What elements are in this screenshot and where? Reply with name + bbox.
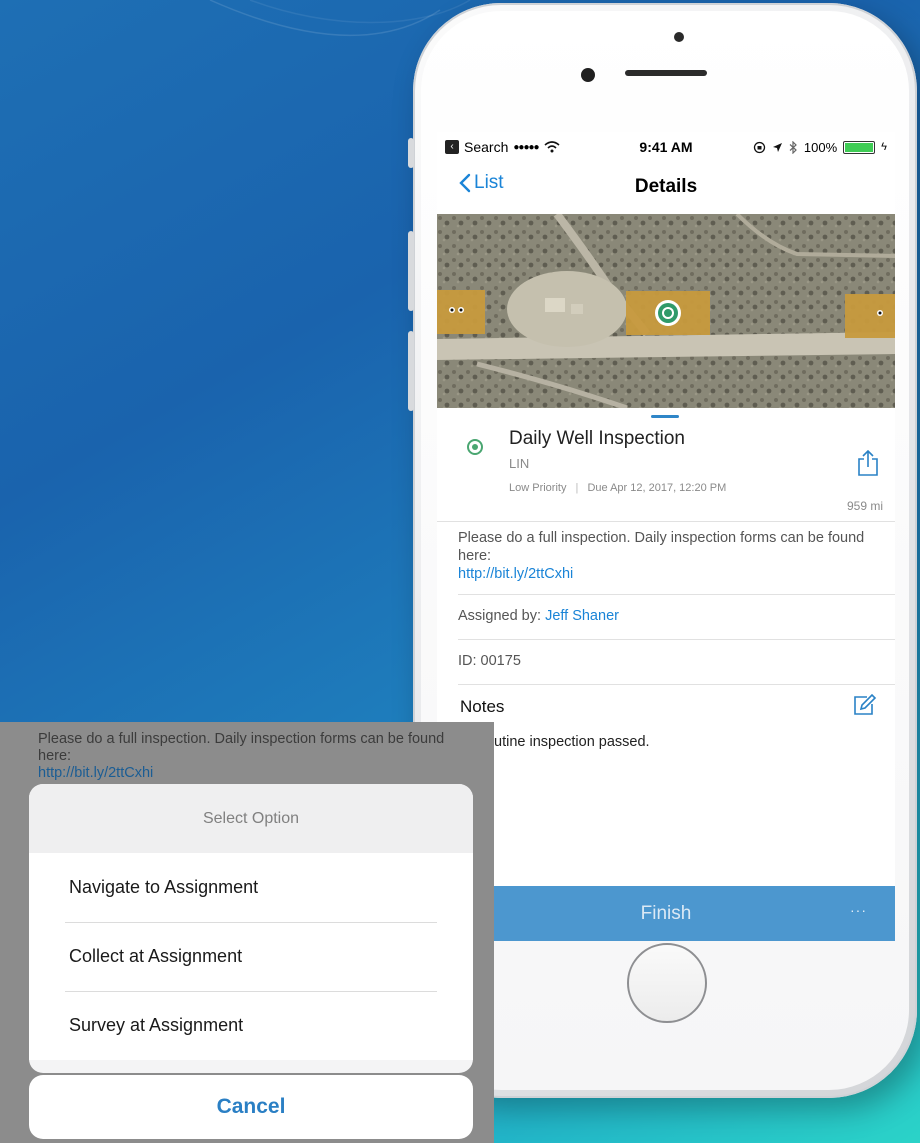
back-button-label: List — [474, 172, 504, 193]
assigned-by-row: Assigned by: Jeff Shaner — [458, 608, 619, 624]
volume-up-button — [408, 231, 414, 311]
divider — [437, 521, 895, 522]
mute-switch — [408, 138, 414, 168]
action-sheet-title: Select Option — [29, 784, 473, 853]
survey-at-assignment-option[interactable]: Survey at Assignment — [29, 991, 473, 1060]
battery-percent: 100% — [803, 139, 838, 155]
battery-icon — [843, 140, 876, 154]
page-title: Details — [634, 176, 698, 197]
due-date: Due Apr 12, 2017, 12:20 PM — [587, 482, 727, 494]
action-sheet-overlay[interactable]: Please do a full inspection. Daily inspe… — [0, 722, 494, 1143]
finish-button[interactable]: Finish ··· — [437, 886, 895, 941]
status-left: ‹ Search ●●●●● — [445, 139, 560, 155]
status-bar: ‹ Search ●●●●● 9:41 AM 100% ϟ — [437, 132, 895, 162]
notes-heading: Notes — [460, 697, 505, 716]
home-button[interactable] — [627, 943, 707, 1023]
edit-notes-icon[interactable] — [853, 694, 877, 716]
finish-label: Finish — [640, 902, 692, 924]
overlay-background-text: Please do a full inspection. Daily inspe… — [38, 731, 478, 782]
more-options-icon[interactable]: ··· — [850, 902, 867, 918]
priority-label: Low Priority — [509, 482, 567, 494]
action-sheet: Select Option Navigate to Assignment Col… — [29, 784, 473, 1073]
cancel-button[interactable]: Cancel — [29, 1075, 473, 1139]
divider — [458, 594, 895, 595]
divider — [458, 639, 895, 640]
front-camera — [581, 68, 595, 82]
assignment-id: ID: 00175 — [458, 653, 521, 669]
volume-down-button — [408, 331, 414, 411]
notes-body: utine inspection passed. — [494, 734, 650, 750]
back-app-label[interactable]: Search — [464, 139, 508, 155]
earpiece-speaker — [625, 70, 707, 76]
assignment-description: Please do a full inspection. Daily inspe… — [458, 529, 878, 583]
location-arrow-icon — [772, 142, 782, 152]
back-button[interactable]: List — [459, 172, 504, 194]
back-to-app-icon[interactable]: ‹ — [445, 140, 459, 154]
orientation-lock-icon — [753, 141, 766, 153]
overlay-description: Please do a full inspection. Daily inspe… — [38, 731, 445, 764]
charging-icon: ϟ — [881, 141, 887, 153]
navigation-bar: List Details — [437, 162, 895, 212]
wifi-icon — [544, 141, 560, 153]
overlay-link: http://bit.ly/2ttCxhi — [38, 765, 154, 781]
assignment-title: Daily Well Inspection — [509, 428, 686, 449]
chevron-left-icon — [459, 173, 471, 193]
status-right: 100% ϟ — [753, 140, 887, 155]
map-view[interactable] — [437, 214, 895, 408]
phone-screen: ‹ Search ●●●●● 9:41 AM 100% ϟ List Detai… — [437, 132, 895, 886]
signal-icon: ●●●●● — [513, 141, 539, 153]
collect-at-assignment-option[interactable]: Collect at Assignment — [29, 922, 473, 991]
bluetooth-icon — [789, 140, 797, 154]
distance-label: 959 mi — [846, 499, 883, 513]
divider — [458, 684, 895, 685]
assignment-status-icon — [467, 439, 483, 455]
description-text: Please do a full inspection. Daily inspe… — [458, 530, 865, 564]
assignment-meta: Low Priority | Due Apr 12, 2017, 12:20 P… — [509, 482, 726, 494]
assigned-by-label: Assigned by: — [458, 608, 542, 624]
assignment-code: LIN — [509, 456, 530, 471]
description-link[interactable]: http://bit.ly/2ttCxhi — [458, 566, 573, 582]
share-icon[interactable] — [857, 450, 879, 476]
assigned-by-name[interactable]: Jeff Shaner — [545, 608, 619, 624]
navigate-to-assignment-option[interactable]: Navigate to Assignment — [29, 853, 473, 922]
proximity-sensor — [674, 32, 684, 42]
meta-separator: | — [575, 482, 579, 494]
drawer-handle[interactable] — [651, 415, 679, 418]
